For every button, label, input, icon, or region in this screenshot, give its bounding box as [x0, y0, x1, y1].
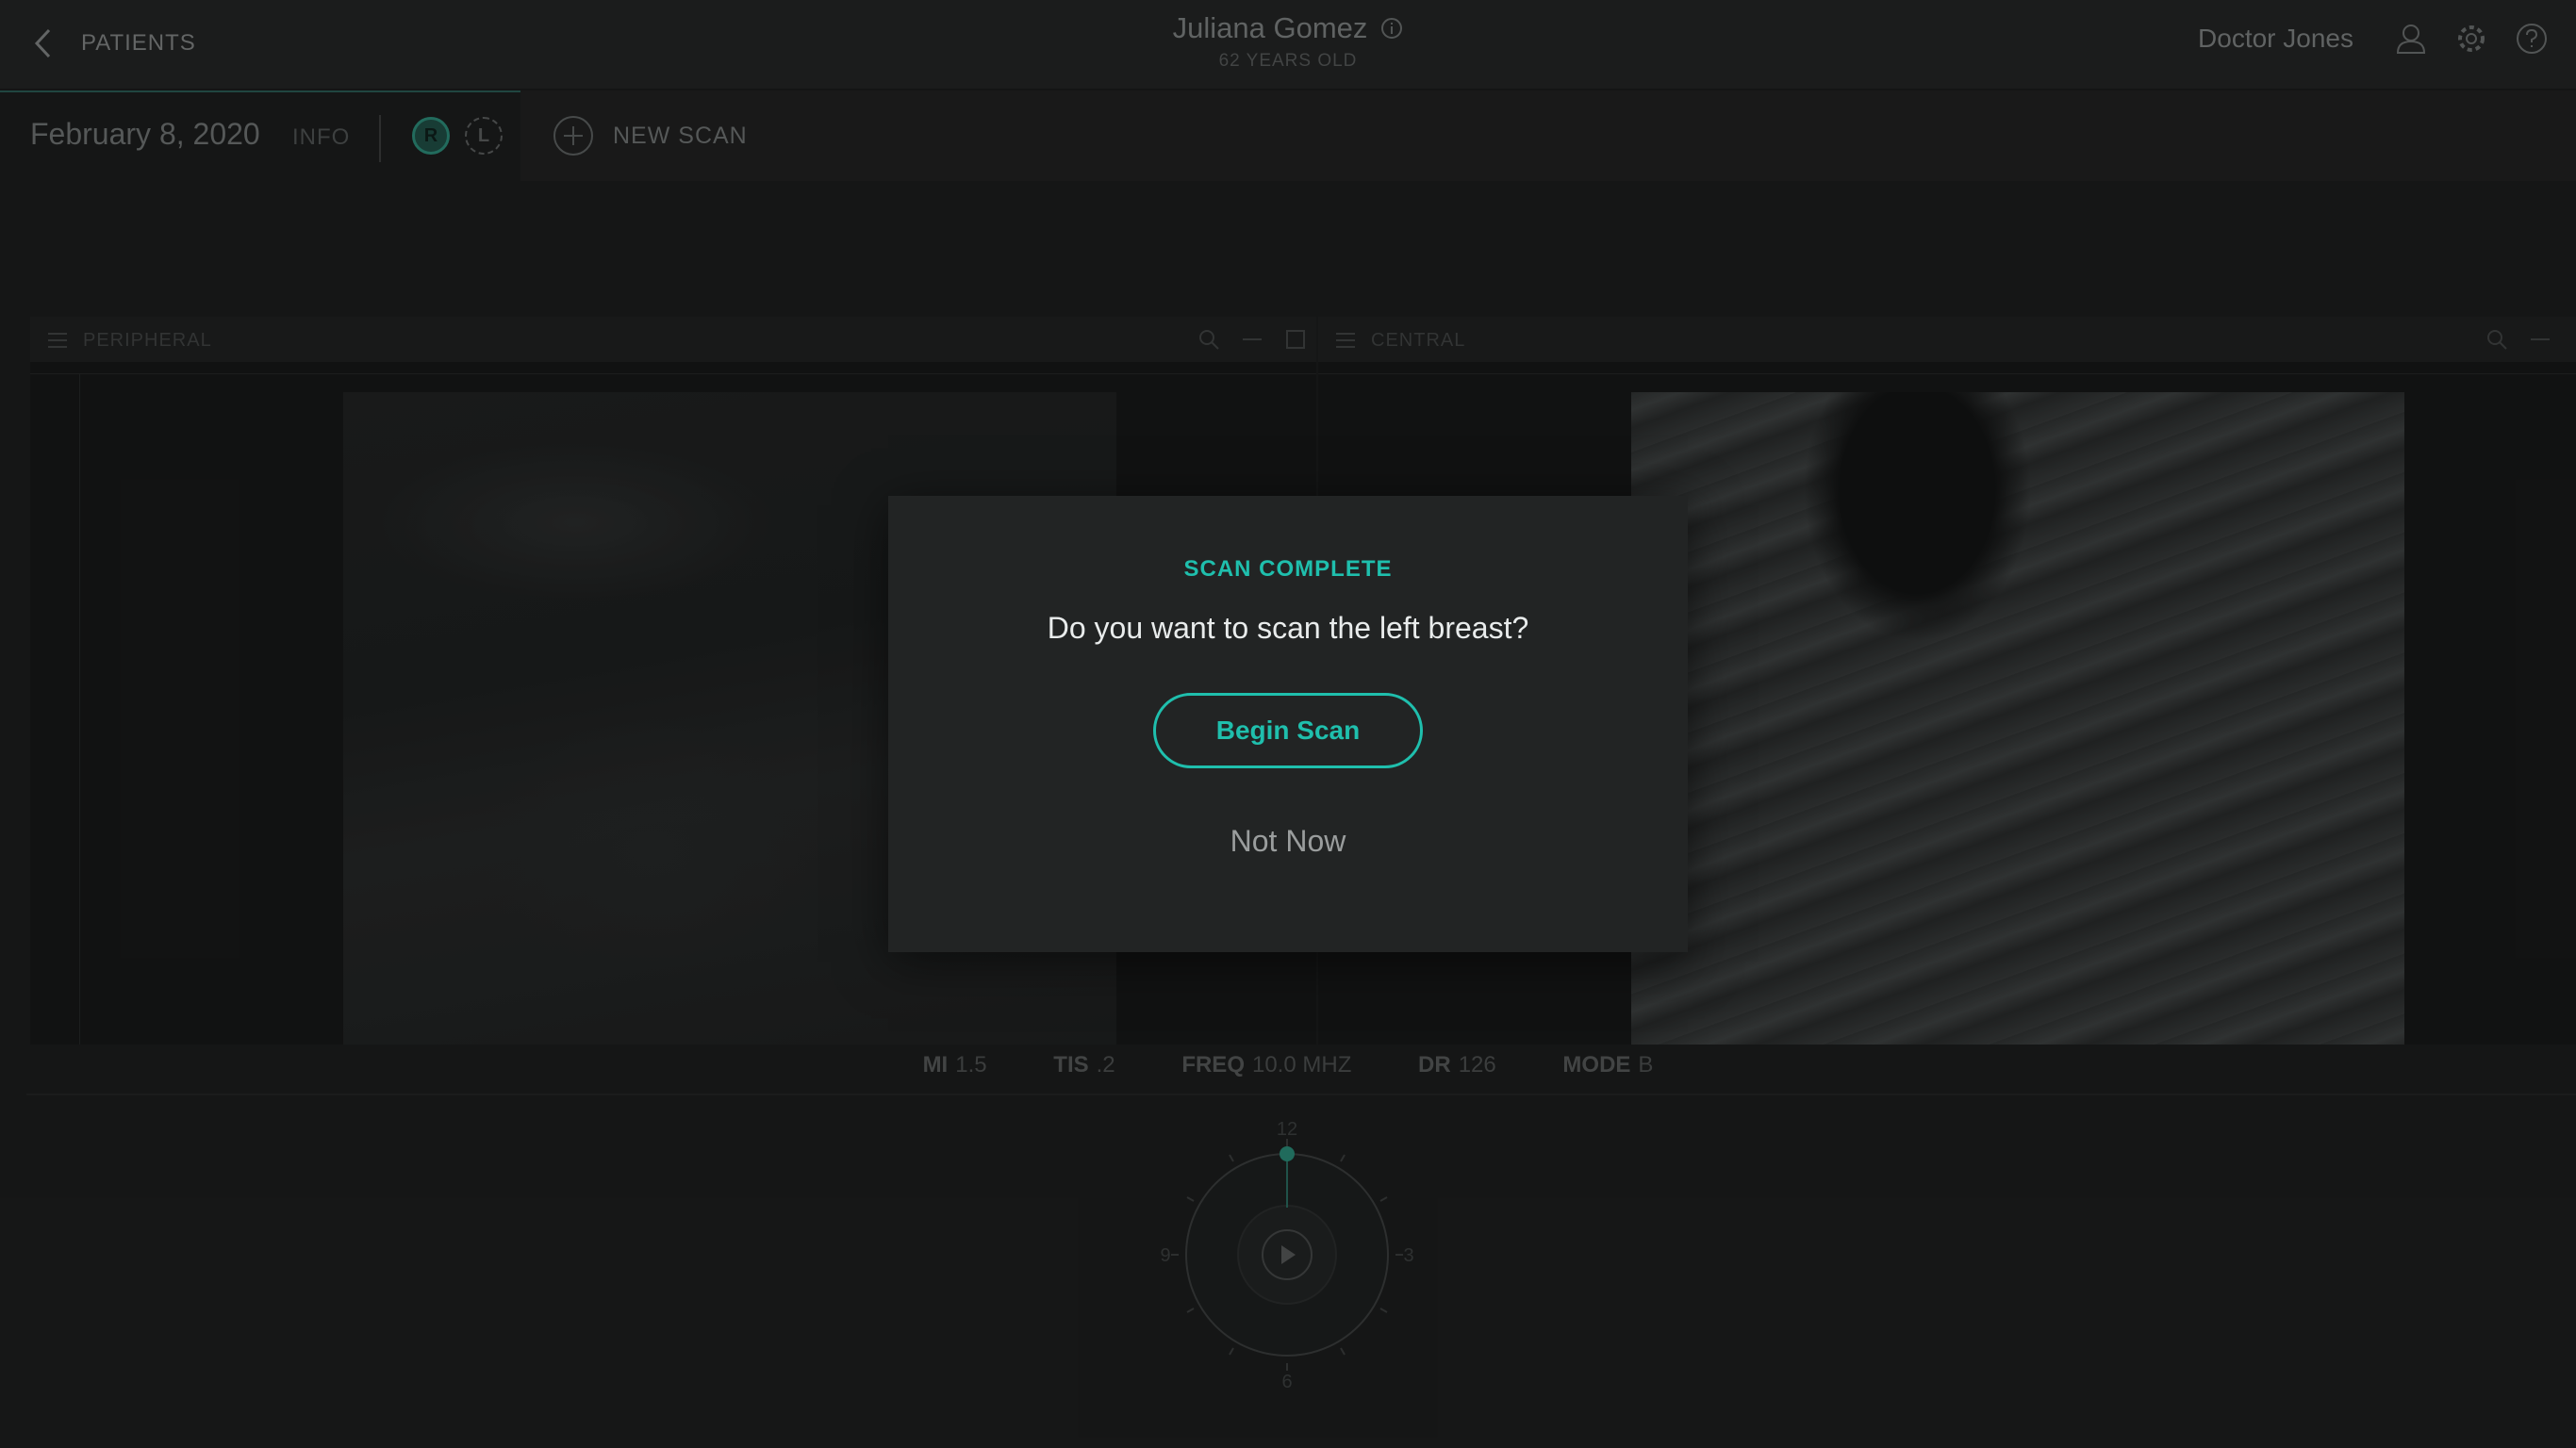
begin-scan-button[interactable]: Begin Scan [1153, 693, 1423, 768]
scan-complete-dialog: SCAN COMPLETE Do you want to scan the le… [888, 496, 1688, 952]
not-now-button[interactable]: Not Now [1225, 823, 1352, 860]
dialog-title: SCAN COMPLETE [1183, 556, 1393, 582]
dialog-question: Do you want to scan the left breast? [1047, 611, 1529, 645]
